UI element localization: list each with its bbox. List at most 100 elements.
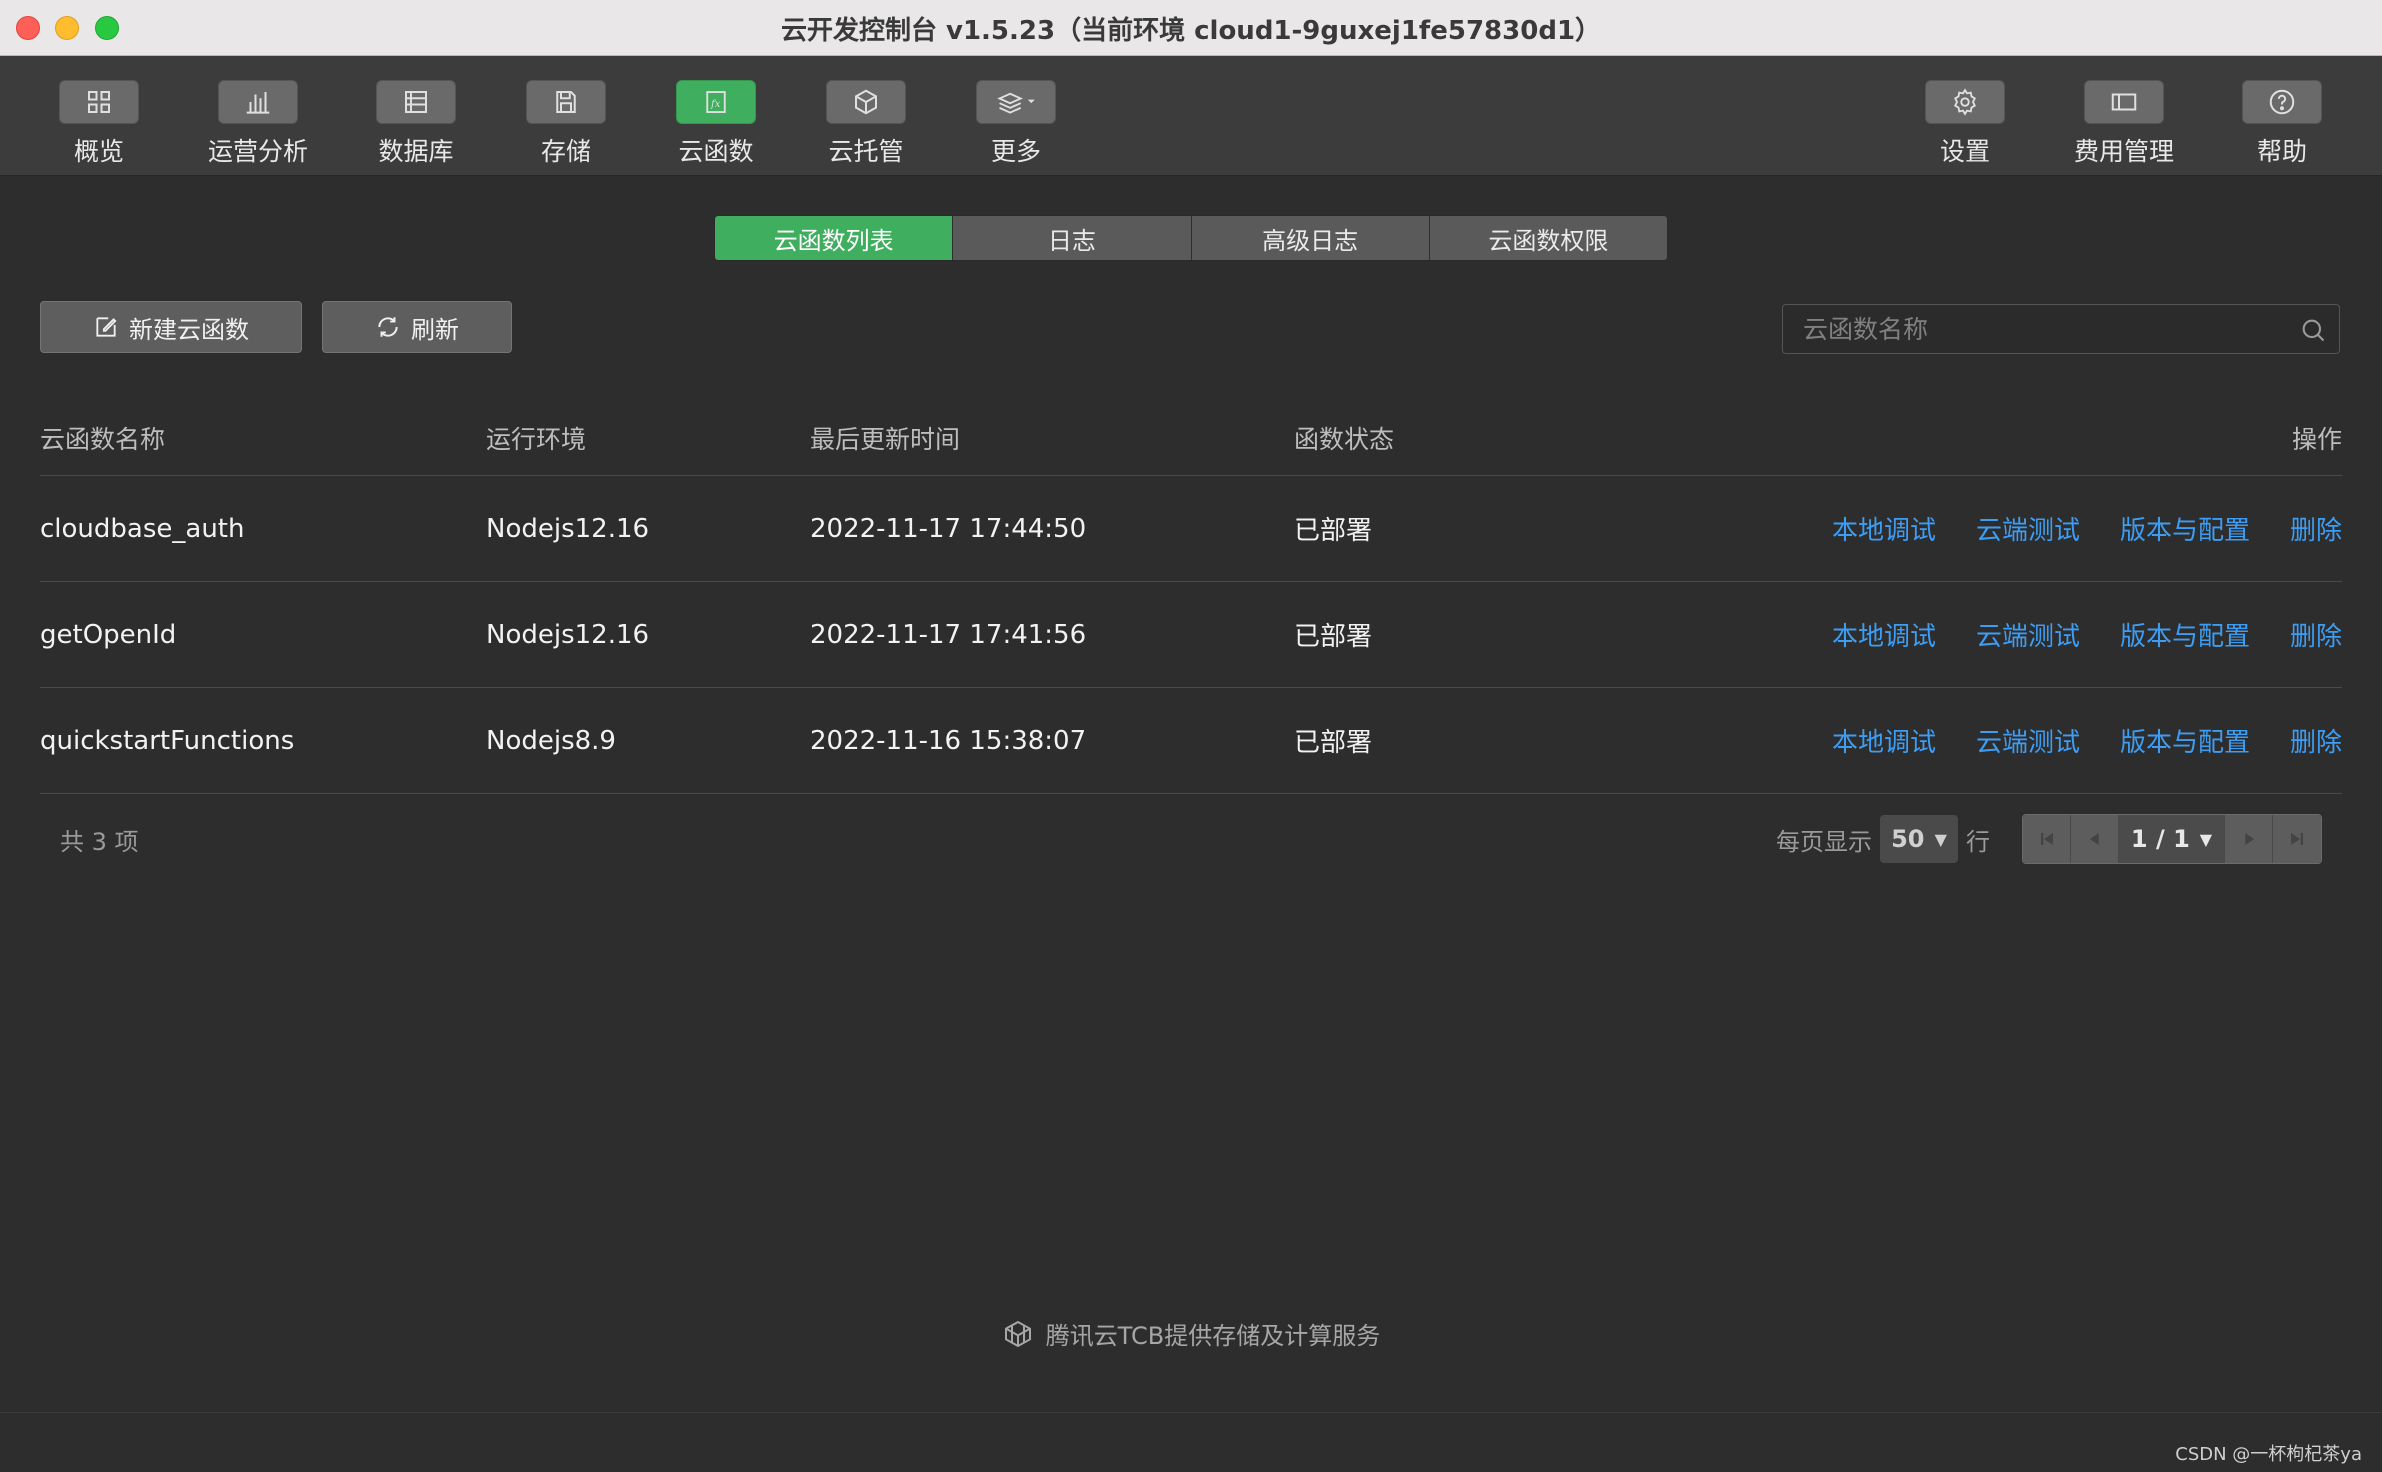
runtime-env: Nodejs12.16: [486, 619, 650, 650]
function-name[interactable]: cloudbase_auth: [40, 476, 244, 581]
version-config-link[interactable]: 版本与配置: [2120, 722, 2250, 759]
toolbar-analytics-label: 运营分析: [207, 137, 308, 166]
toolbar-cloud-functions[interactable]: fx 云函数: [661, 80, 771, 168]
last-page-button[interactable]: [2273, 815, 2321, 863]
per-page-prefix: 每页显示: [1776, 827, 1872, 856]
header-status[interactable]: 函数状态: [1294, 400, 1394, 475]
delete-link[interactable]: 删除: [2290, 616, 2342, 653]
header-name[interactable]: 云函数名称: [40, 400, 165, 475]
status-text: 已部署: [1294, 728, 1373, 758]
last-page-icon: [2291, 833, 2303, 845]
tab-function-permissions[interactable]: 云函数权限: [1429, 216, 1667, 260]
tab-function-list[interactable]: 云函数列表: [715, 216, 954, 260]
grid-icon: [59, 80, 139, 124]
toolbar-more-label: 更多: [990, 137, 1041, 166]
prev-page-icon: [2089, 833, 2099, 845]
new-function-button[interactable]: 新建云函数: [40, 301, 302, 353]
gear-icon: [1925, 80, 2005, 124]
toolbar-billing[interactable]: 费用管理: [2069, 80, 2179, 168]
status-text: 已部署: [1294, 622, 1373, 652]
table-header: 云函数名称 运行环境 最后更新时间 函数状态 操作: [40, 400, 2342, 476]
toolbar-cloud-functions-label: 云函数: [678, 137, 754, 166]
toolbar-analytics[interactable]: 运营分析: [203, 80, 313, 168]
refresh-label: 刷新: [411, 315, 459, 344]
page-size: 每页显示 50 ▼ 行: [1776, 814, 1990, 864]
current-page: 1 / 1: [2130, 825, 2190, 853]
toolbar-more[interactable]: 更多: [961, 80, 1071, 168]
version-config-link[interactable]: 版本与配置: [2120, 510, 2250, 547]
cloud-test-link[interactable]: 云端测试: [1976, 722, 2080, 759]
toolbar-help-label: 帮助: [2256, 137, 2307, 166]
page-select[interactable]: 1 / 1 ▼: [2119, 815, 2225, 863]
row-actions: 本地调试 云端测试 版本与配置 删除: [1832, 688, 2342, 793]
title-bar: 云开发控制台 v1.5.23（当前环境 cloud1-9guxej1fe5783…: [0, 0, 2382, 56]
header-env[interactable]: 运行环境: [486, 400, 586, 475]
toolbar-help[interactable]: 帮助: [2227, 80, 2337, 168]
prev-page-button[interactable]: [2071, 815, 2119, 863]
status-text: 已部署: [1294, 516, 1373, 546]
watermark: CSDN @一杯枸杞茶ya: [2175, 1444, 2362, 1465]
local-debug-link[interactable]: 本地调试: [1832, 616, 1936, 653]
tencent-cloud-logo-icon: [1004, 1320, 1031, 1347]
bar-chart-icon: [218, 80, 298, 124]
updated-time: 2022-11-17 17:41:56: [810, 619, 1087, 650]
tab-advanced-logs[interactable]: 高级日志: [1191, 216, 1430, 260]
toolbar-storage[interactable]: 存储: [511, 80, 621, 168]
cloud-test-link[interactable]: 云端测试: [1976, 510, 2080, 547]
search-input[interactable]: [1783, 305, 2283, 353]
local-debug-link[interactable]: 本地调试: [1832, 722, 1936, 759]
table-row: cloudbase_auth Nodejs12.16 2022-11-17 17…: [40, 476, 2342, 582]
toolbar-database-label: 数据库: [378, 137, 454, 166]
help-icon: [2242, 80, 2322, 124]
row-actions: 本地调试 云端测试 版本与配置 删除: [1832, 582, 2342, 687]
updated-time: 2022-11-17 17:44:50: [810, 513, 1087, 544]
toolbar-cloud-hosting[interactable]: 云托管: [811, 80, 921, 168]
function-search: [1782, 304, 2340, 354]
header-ops: 操作: [2291, 424, 2342, 454]
function-name[interactable]: quickstartFunctions: [40, 688, 294, 793]
runtime-env: Nodejs12.16: [486, 513, 650, 544]
billing-icon: [2084, 80, 2164, 124]
page-size-select[interactable]: 50 ▼: [1880, 815, 1958, 863]
toolbar-storage-label: 存储: [540, 137, 591, 166]
refresh-button[interactable]: 刷新: [322, 301, 512, 353]
cloud-test-link[interactable]: 云端测试: [1976, 616, 2080, 653]
chevron-down-icon: ▼: [2199, 829, 2213, 849]
pagination: 1 / 1 ▼: [2022, 814, 2322, 864]
divider: [0, 1412, 2382, 1413]
delete-link[interactable]: 删除: [2290, 722, 2342, 759]
brand-text: 腾讯云TCB提供存储及计算服务: [1045, 1322, 1381, 1350]
main-toolbar: 概览 运营分析 数据库 存储 fx 云函数 云托管 更多 设置 费用管理 帮助: [0, 56, 2382, 176]
refresh-icon: [378, 317, 398, 337]
header-time[interactable]: 最后更新时间: [810, 400, 960, 475]
svg-text:fx: fx: [710, 99, 721, 110]
search-icon[interactable]: [2299, 316, 2327, 344]
toolbar-billing-label: 费用管理: [2073, 137, 2174, 166]
cube-icon: [826, 80, 906, 124]
toolbar-settings-label: 设置: [1939, 137, 1990, 166]
tab-logs[interactable]: 日志: [953, 216, 1192, 260]
function-tabs: 云函数列表 日志 高级日志 云函数权限: [714, 215, 1668, 261]
table-row: quickstartFunctions Nodejs8.9 2022-11-16…: [40, 688, 2342, 794]
next-page-button[interactable]: [2225, 815, 2273, 863]
version-config-link[interactable]: 版本与配置: [2120, 616, 2250, 653]
toolbar-cloud-hosting-label: 云托管: [828, 137, 904, 166]
first-page-icon: [2040, 833, 2053, 845]
function-name[interactable]: getOpenId: [40, 582, 176, 687]
row-actions: 本地调试 云端测试 版本与配置 删除: [1832, 476, 2342, 581]
toolbar-settings[interactable]: 设置: [1910, 80, 2020, 168]
runtime-env: Nodejs8.9: [486, 725, 616, 756]
database-icon: [376, 80, 456, 124]
edit-icon: [96, 317, 117, 337]
function-icon: fx: [676, 80, 756, 124]
delete-link[interactable]: 删除: [2290, 510, 2342, 547]
toolbar-database[interactable]: 数据库: [361, 80, 471, 168]
new-function-label: 新建云函数: [129, 315, 249, 344]
save-icon: [526, 80, 606, 124]
toolbar-overview-label: 概览: [73, 137, 124, 166]
local-debug-link[interactable]: 本地调试: [1832, 510, 1936, 547]
toolbar-overview[interactable]: 概览: [44, 80, 154, 168]
first-page-button[interactable]: [2023, 815, 2071, 863]
updated-time: 2022-11-16 15:38:07: [810, 725, 1087, 756]
table-row: getOpenId Nodejs12.16 2022-11-17 17:41:5…: [40, 582, 2342, 688]
